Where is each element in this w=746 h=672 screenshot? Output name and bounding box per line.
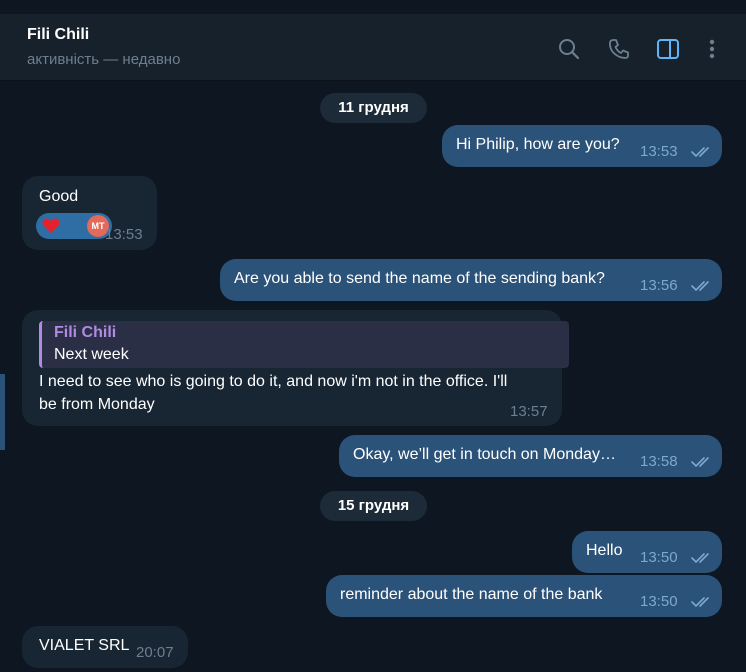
message-bubble-outgoing[interactable]: Hi Philip, how are you? 13:53 bbox=[442, 125, 722, 167]
reactions-bar[interactable]: MT bbox=[36, 213, 112, 239]
message-bubble-outgoing[interactable]: Hello 13:50 bbox=[572, 531, 722, 573]
reply-author: Fili Chili bbox=[54, 324, 117, 341]
message-text: reminder about the name of the bank bbox=[340, 586, 603, 603]
reply-text: Next week bbox=[54, 346, 129, 363]
chat-header: Fili Chili активність — недавно bbox=[0, 0, 746, 81]
message-bubble-outgoing[interactable]: Okay, we’ll get in touch on Monday… 13:5… bbox=[339, 435, 722, 477]
message-time: 13:50 bbox=[640, 549, 678, 566]
read-checkmarks-icon bbox=[691, 281, 709, 292]
message-text: Good bbox=[39, 188, 79, 205]
search-icon[interactable] bbox=[556, 36, 582, 62]
chat-title[interactable]: Fili Chili bbox=[27, 26, 89, 44]
message-time: 13:57 bbox=[510, 403, 548, 420]
scroll-indicator bbox=[0, 374, 5, 450]
reply-quote[interactable]: Fili Chili Next week bbox=[39, 321, 569, 368]
message-bubble-incoming[interactable]: Good MT 13:53 bbox=[22, 176, 157, 250]
message-time: 13:53 bbox=[640, 143, 678, 160]
message-text: Hello bbox=[586, 542, 623, 559]
message-time: 20:07 bbox=[136, 644, 174, 661]
message-text: be from Monday bbox=[39, 396, 155, 413]
sidebar-toggle-icon[interactable] bbox=[655, 36, 681, 62]
date-separator: 15 грудня bbox=[320, 491, 427, 521]
message-text: VIALET SRL bbox=[39, 637, 130, 654]
more-vertical-icon[interactable] bbox=[699, 36, 725, 62]
message-time: 13:53 bbox=[105, 226, 143, 243]
date-separator: 11 грудня bbox=[320, 93, 427, 123]
message-time: 13:58 bbox=[640, 453, 678, 470]
message-bubble-incoming[interactable]: VIALET SRL 20:07 bbox=[22, 626, 188, 668]
message-text: Okay, we’ll get in touch on Monday… bbox=[353, 446, 616, 463]
message-text: Hi Philip, how are you? bbox=[456, 136, 620, 153]
message-text: Are you able to send the name of the sen… bbox=[234, 270, 605, 287]
chat-status: активність — недавно bbox=[27, 51, 181, 68]
message-bubble-incoming[interactable]: Fili Chili Next week I need to see who i… bbox=[22, 310, 569, 426]
read-checkmarks-icon bbox=[691, 597, 709, 608]
heart-reaction-icon[interactable] bbox=[41, 216, 61, 236]
read-checkmarks-icon bbox=[691, 147, 709, 158]
read-checkmarks-icon bbox=[691, 457, 709, 468]
message-time: 13:50 bbox=[640, 593, 678, 610]
phone-icon[interactable] bbox=[606, 36, 632, 62]
message-time: 13:56 bbox=[640, 277, 678, 294]
message-bubble-outgoing[interactable]: Are you able to send the name of the sen… bbox=[220, 259, 722, 301]
read-checkmarks-icon bbox=[691, 553, 709, 564]
message-list[interactable]: 11 грудня Hi Philip, how are you? 13:53 … bbox=[0, 81, 746, 672]
message-text: I need to see who is going to do it, and… bbox=[39, 373, 508, 390]
message-bubble-outgoing[interactable]: reminder about the name of the bank 13:5… bbox=[326, 575, 722, 617]
